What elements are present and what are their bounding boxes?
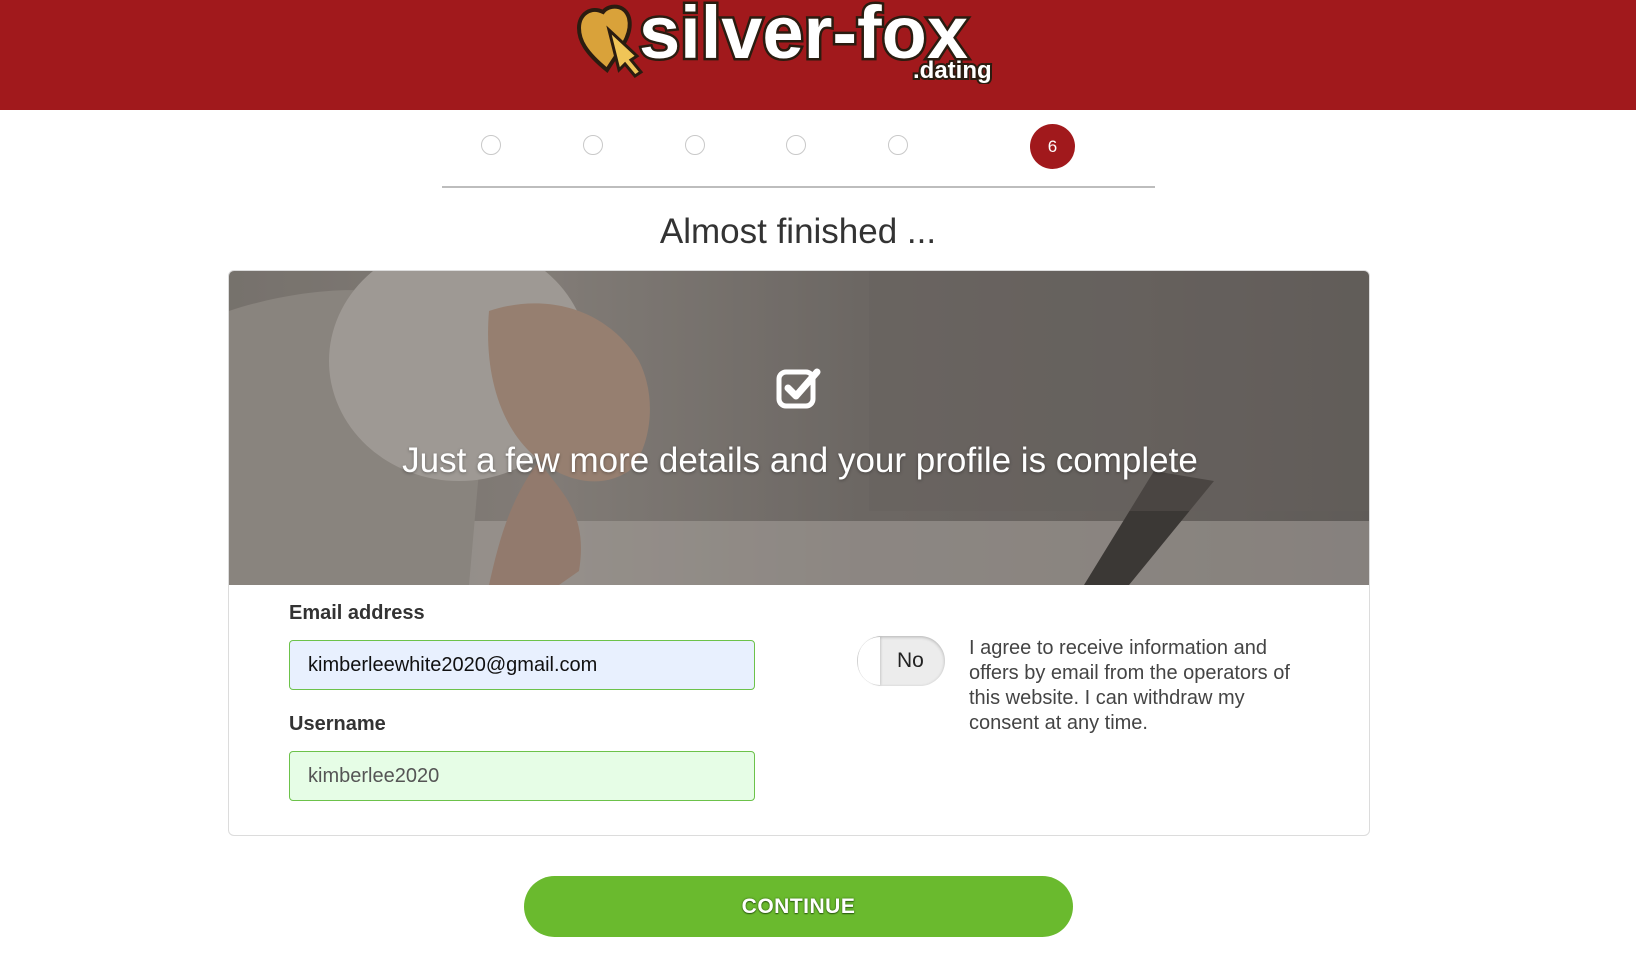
hero-overlay: [229, 271, 1369, 585]
site-header: silver-fox .dating: [0, 0, 1636, 110]
toggle-label: No: [897, 649, 924, 672]
progress-step-4: [786, 135, 806, 155]
heart-arrow-icon: [576, 4, 644, 78]
logo-sub-text: .dating: [913, 57, 992, 84]
toggle-knob: [858, 637, 880, 685]
email-field[interactable]: [289, 640, 755, 690]
consent-toggle[interactable]: No: [857, 636, 945, 686]
progress-step-current: 6: [1030, 124, 1075, 169]
progress-step-2: [583, 135, 603, 155]
consent-text: I agree to receive information and offer…: [969, 637, 1290, 734]
progress-step-5: [888, 135, 908, 155]
checkbox-check-icon: [776, 368, 821, 409]
continue-button[interactable]: CONTINUE: [524, 876, 1073, 937]
username-label: Username: [289, 713, 386, 735]
site-logo[interactable]: silver-fox .dating: [575, 0, 1027, 84]
progress-step-1: [481, 135, 501, 155]
progress-steps: 6: [442, 124, 1155, 188]
username-field[interactable]: [289, 751, 755, 801]
hero-text: Just a few more details and your profile…: [402, 441, 1198, 480]
hero-banner: Just a few more details and your profile…: [229, 271, 1369, 585]
signup-form: Email address Username No I agree to rec…: [229, 585, 1369, 835]
page-title: Almost finished ...: [659, 212, 937, 251]
signup-card: Just a few more details and your profile…: [228, 270, 1370, 836]
email-label: Email address: [289, 602, 425, 624]
progress-step-3: [685, 135, 705, 155]
